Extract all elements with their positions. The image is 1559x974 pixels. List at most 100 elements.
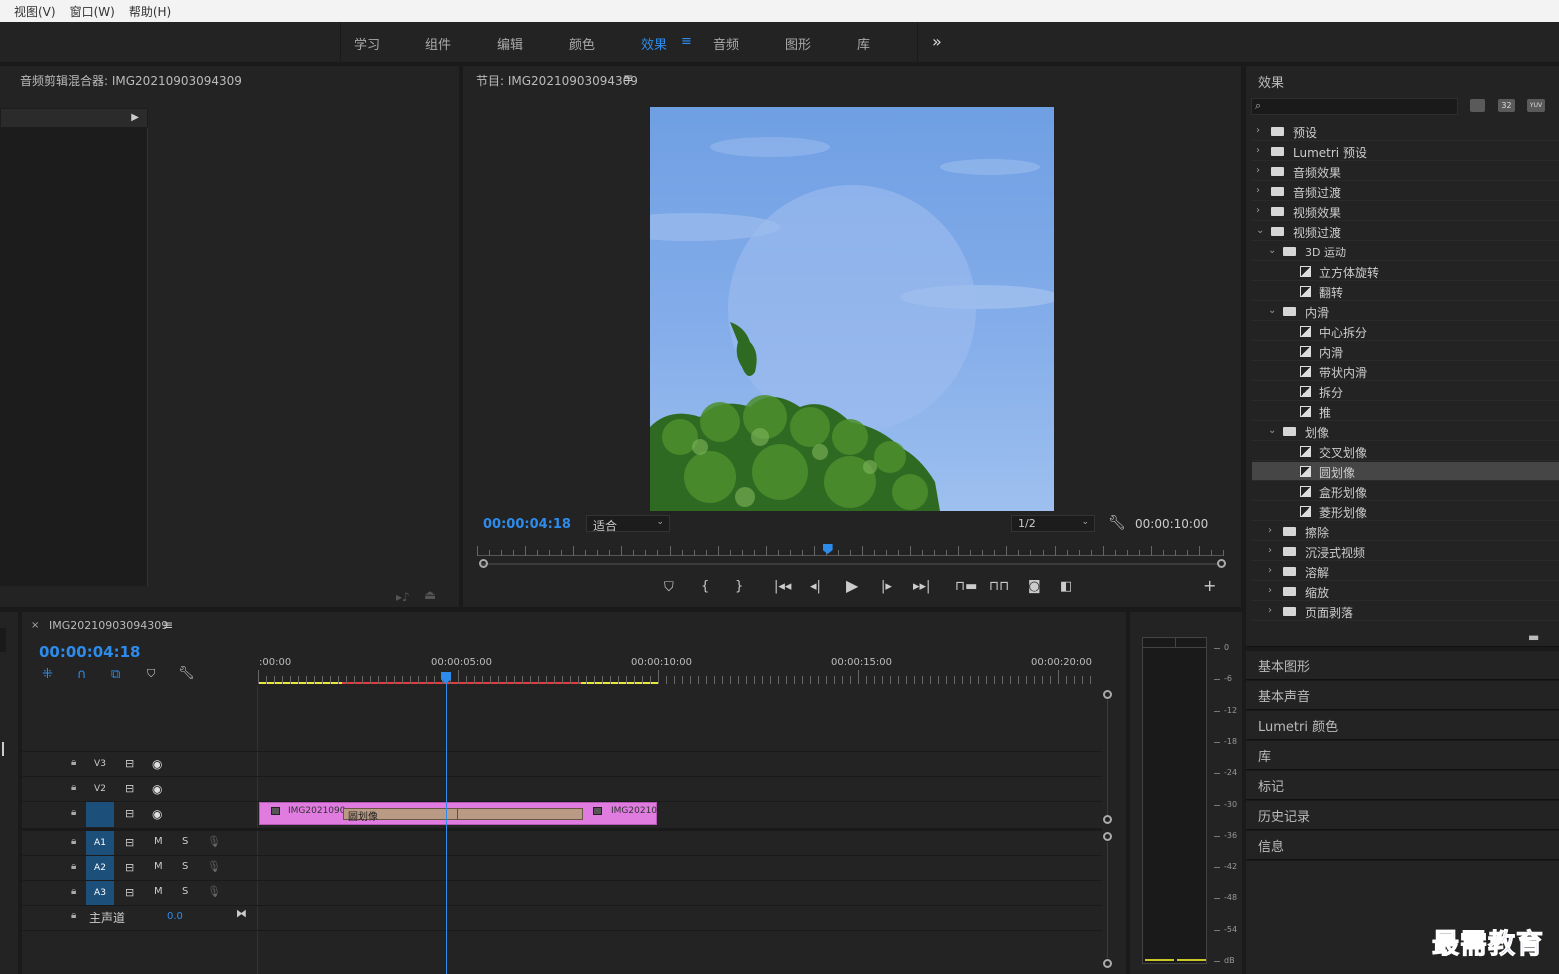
panel-menu-icon[interactable]: ≡: [623, 71, 633, 85]
add-button-icon[interactable]: +: [1203, 578, 1216, 594]
chevron-right-icon[interactable]: ›: [1268, 565, 1272, 576]
solo-button[interactable]: S: [182, 836, 188, 847]
effects-tree-item[interactable]: › 沉浸式视频: [1252, 542, 1559, 561]
mute-button[interactable]: M: [154, 861, 163, 872]
panel-libraries[interactable]: 库: [1246, 741, 1559, 770]
chevron-right-icon[interactable]: ›: [1268, 585, 1272, 596]
vscroll-handle[interactable]: [1103, 959, 1112, 968]
mark-in-icon[interactable]: {: [701, 580, 709, 593]
chevron-right-icon[interactable]: ›: [1256, 185, 1260, 196]
chevron-right-icon[interactable]: ›: [1256, 125, 1260, 136]
effects-tree-item[interactable]: 交叉划像: [1252, 442, 1559, 461]
snap-nest-icon[interactable]: ⁜: [42, 667, 53, 682]
tab-color[interactable]: 颜色: [569, 34, 595, 53]
effects-tree-item[interactable]: › 页面剥落: [1252, 602, 1559, 621]
solo-button[interactable]: S: [182, 886, 188, 897]
zoom-handle-right[interactable]: [1217, 559, 1226, 568]
more-workspaces-icon[interactable]: »: [932, 32, 942, 51]
tab-audio[interactable]: 音频: [713, 34, 739, 53]
effects-tree-item[interactable]: ⌄ 划像: [1252, 422, 1559, 441]
chevron-right-icon[interactable]: ›: [1256, 145, 1260, 156]
mute-button[interactable]: M: [154, 886, 163, 897]
lift-icon[interactable]: ⊓▬: [955, 580, 977, 593]
track-a1-label[interactable]: A1: [86, 831, 114, 854]
lock-icon[interactable]: 🔒︎: [71, 861, 76, 872]
effects-tree-item[interactable]: 菱形划像: [1252, 502, 1559, 521]
menu-window[interactable]: 窗口(W): [70, 3, 115, 20]
tab-graphics[interactable]: 图形: [785, 34, 811, 53]
timeline-settings-icon[interactable]: 🔧︎: [178, 666, 195, 681]
effects-tree-item[interactable]: › 缩放: [1252, 582, 1559, 601]
lock-icon[interactable]: 🔒︎: [71, 807, 76, 818]
chevron-down-icon[interactable]: ⌄: [1256, 225, 1264, 236]
vscroll-handle[interactable]: [1103, 815, 1112, 824]
go-to-in-icon[interactable]: |◂◂: [774, 580, 791, 593]
chevron-right-icon[interactable]: ›: [1268, 545, 1272, 556]
effects-tree-item[interactable]: › Lumetri 预设: [1252, 142, 1559, 161]
effects-tree-item[interactable]: 翻转: [1252, 282, 1559, 301]
track-v2-label[interactable]: V2: [86, 777, 114, 800]
export-icon[interactable]: ⏏: [424, 588, 436, 603]
chevron-right-icon[interactable]: ›: [1256, 165, 1260, 176]
video-vscrollbar[interactable]: [1107, 700, 1108, 816]
menu-help[interactable]: 帮助(H): [129, 3, 171, 20]
comparison-view-icon[interactable]: ◧: [1060, 580, 1072, 593]
vscroll-handle[interactable]: [1103, 832, 1112, 841]
effects-tree-item[interactable]: 立方体旋转: [1252, 262, 1559, 281]
master-volume-value[interactable]: 0.0: [167, 911, 183, 922]
microphone-icon[interactable]: 🎙︎: [207, 835, 221, 848]
eye-icon[interactable]: ◉: [152, 807, 162, 821]
accelerated-effects-icon[interactable]: [1470, 99, 1485, 112]
panel-markers[interactable]: 标记: [1246, 771, 1559, 800]
effects-tree-item[interactable]: 盒形划像: [1252, 482, 1559, 501]
zoom-scrollbar[interactable]: [481, 563, 1219, 565]
panel-history[interactable]: 历史记录: [1246, 801, 1559, 830]
step-forward-icon[interactable]: |▸: [881, 580, 892, 593]
effects-tree-item[interactable]: › 视频效果: [1252, 202, 1559, 221]
zoom-handle-left[interactable]: [479, 559, 488, 568]
chevron-right-icon[interactable]: ›: [1268, 525, 1272, 536]
effects-tree-item[interactable]: 圆划像: [1252, 462, 1559, 481]
effects-tree-item[interactable]: 推: [1252, 402, 1559, 421]
effects-search-field[interactable]: [1268, 100, 1454, 114]
tab-assembly[interactable]: 组件: [425, 34, 451, 53]
effects-tree-item[interactable]: ⌄ 内滑: [1252, 302, 1559, 321]
eye-icon[interactable]: ◉: [152, 757, 162, 771]
tab-editing[interactable]: 编辑: [497, 34, 523, 53]
effects-tree-item[interactable]: 带状内滑: [1252, 362, 1559, 381]
lock-icon[interactable]: 🔒︎: [71, 757, 76, 768]
tool-selection-icon[interactable]: [0, 628, 6, 652]
close-icon[interactable]: ×: [31, 620, 39, 631]
effects-search-input[interactable]: ⌕: [1251, 98, 1458, 115]
effects-tree-item[interactable]: › 音频过渡: [1252, 182, 1559, 201]
tool-razor-icon[interactable]: [2, 742, 4, 756]
effects-tree-item[interactable]: › 预设: [1252, 122, 1559, 141]
add-marker-icon[interactable]: ⛉: [147, 667, 155, 681]
linked-selection-icon[interactable]: ⧉: [111, 667, 120, 682]
mark-out-icon[interactable]: }: [735, 580, 743, 593]
time-ruler[interactable]: :00:00 00:00:05:00 00:00:10:00 00:00:15:…: [258, 652, 1108, 686]
magnet-icon[interactable]: ∩: [77, 667, 87, 682]
program-timecode[interactable]: 00:00:04:18: [483, 517, 571, 532]
clip-v1[interactable]: IMG2021090 圆划像 IMG20210: [259, 802, 657, 825]
timeline-playhead-line[interactable]: [446, 682, 447, 974]
wrench-icon[interactable]: 🔧︎: [1108, 515, 1126, 531]
chevron-down-icon[interactable]: ⌄: [1268, 305, 1276, 316]
effects-menu-icon[interactable]: ≡: [681, 34, 692, 49]
play-icon[interactable]: ▶: [846, 578, 858, 594]
chevron-right-icon[interactable]: ›: [1256, 205, 1260, 216]
sequence-tab[interactable]: IMG20210903094309: [49, 619, 168, 632]
effects-tree-item[interactable]: 拆分: [1252, 382, 1559, 401]
sync-lock-icon[interactable]: ⊟: [125, 886, 134, 899]
go-to-out-icon[interactable]: ▸▸|: [913, 580, 930, 593]
resolution-select[interactable]: 1/2 ⌄: [1011, 515, 1095, 532]
sync-lock-icon[interactable]: ⊟: [125, 861, 134, 874]
program-scrub-ruler[interactable]: [477, 546, 1224, 556]
track-a2-label[interactable]: A2: [86, 856, 114, 879]
microphone-icon[interactable]: 🎙︎: [207, 860, 221, 873]
zoom-select[interactable]: 适合 ⌄: [586, 515, 670, 533]
panel-lumetri-color[interactable]: Lumetri 颜色: [1246, 711, 1559, 740]
tab-learn[interactable]: 学习: [354, 34, 380, 53]
new-bin-icon[interactable]: ▬: [1528, 630, 1539, 644]
lock-icon[interactable]: 🔒︎: [71, 836, 76, 847]
